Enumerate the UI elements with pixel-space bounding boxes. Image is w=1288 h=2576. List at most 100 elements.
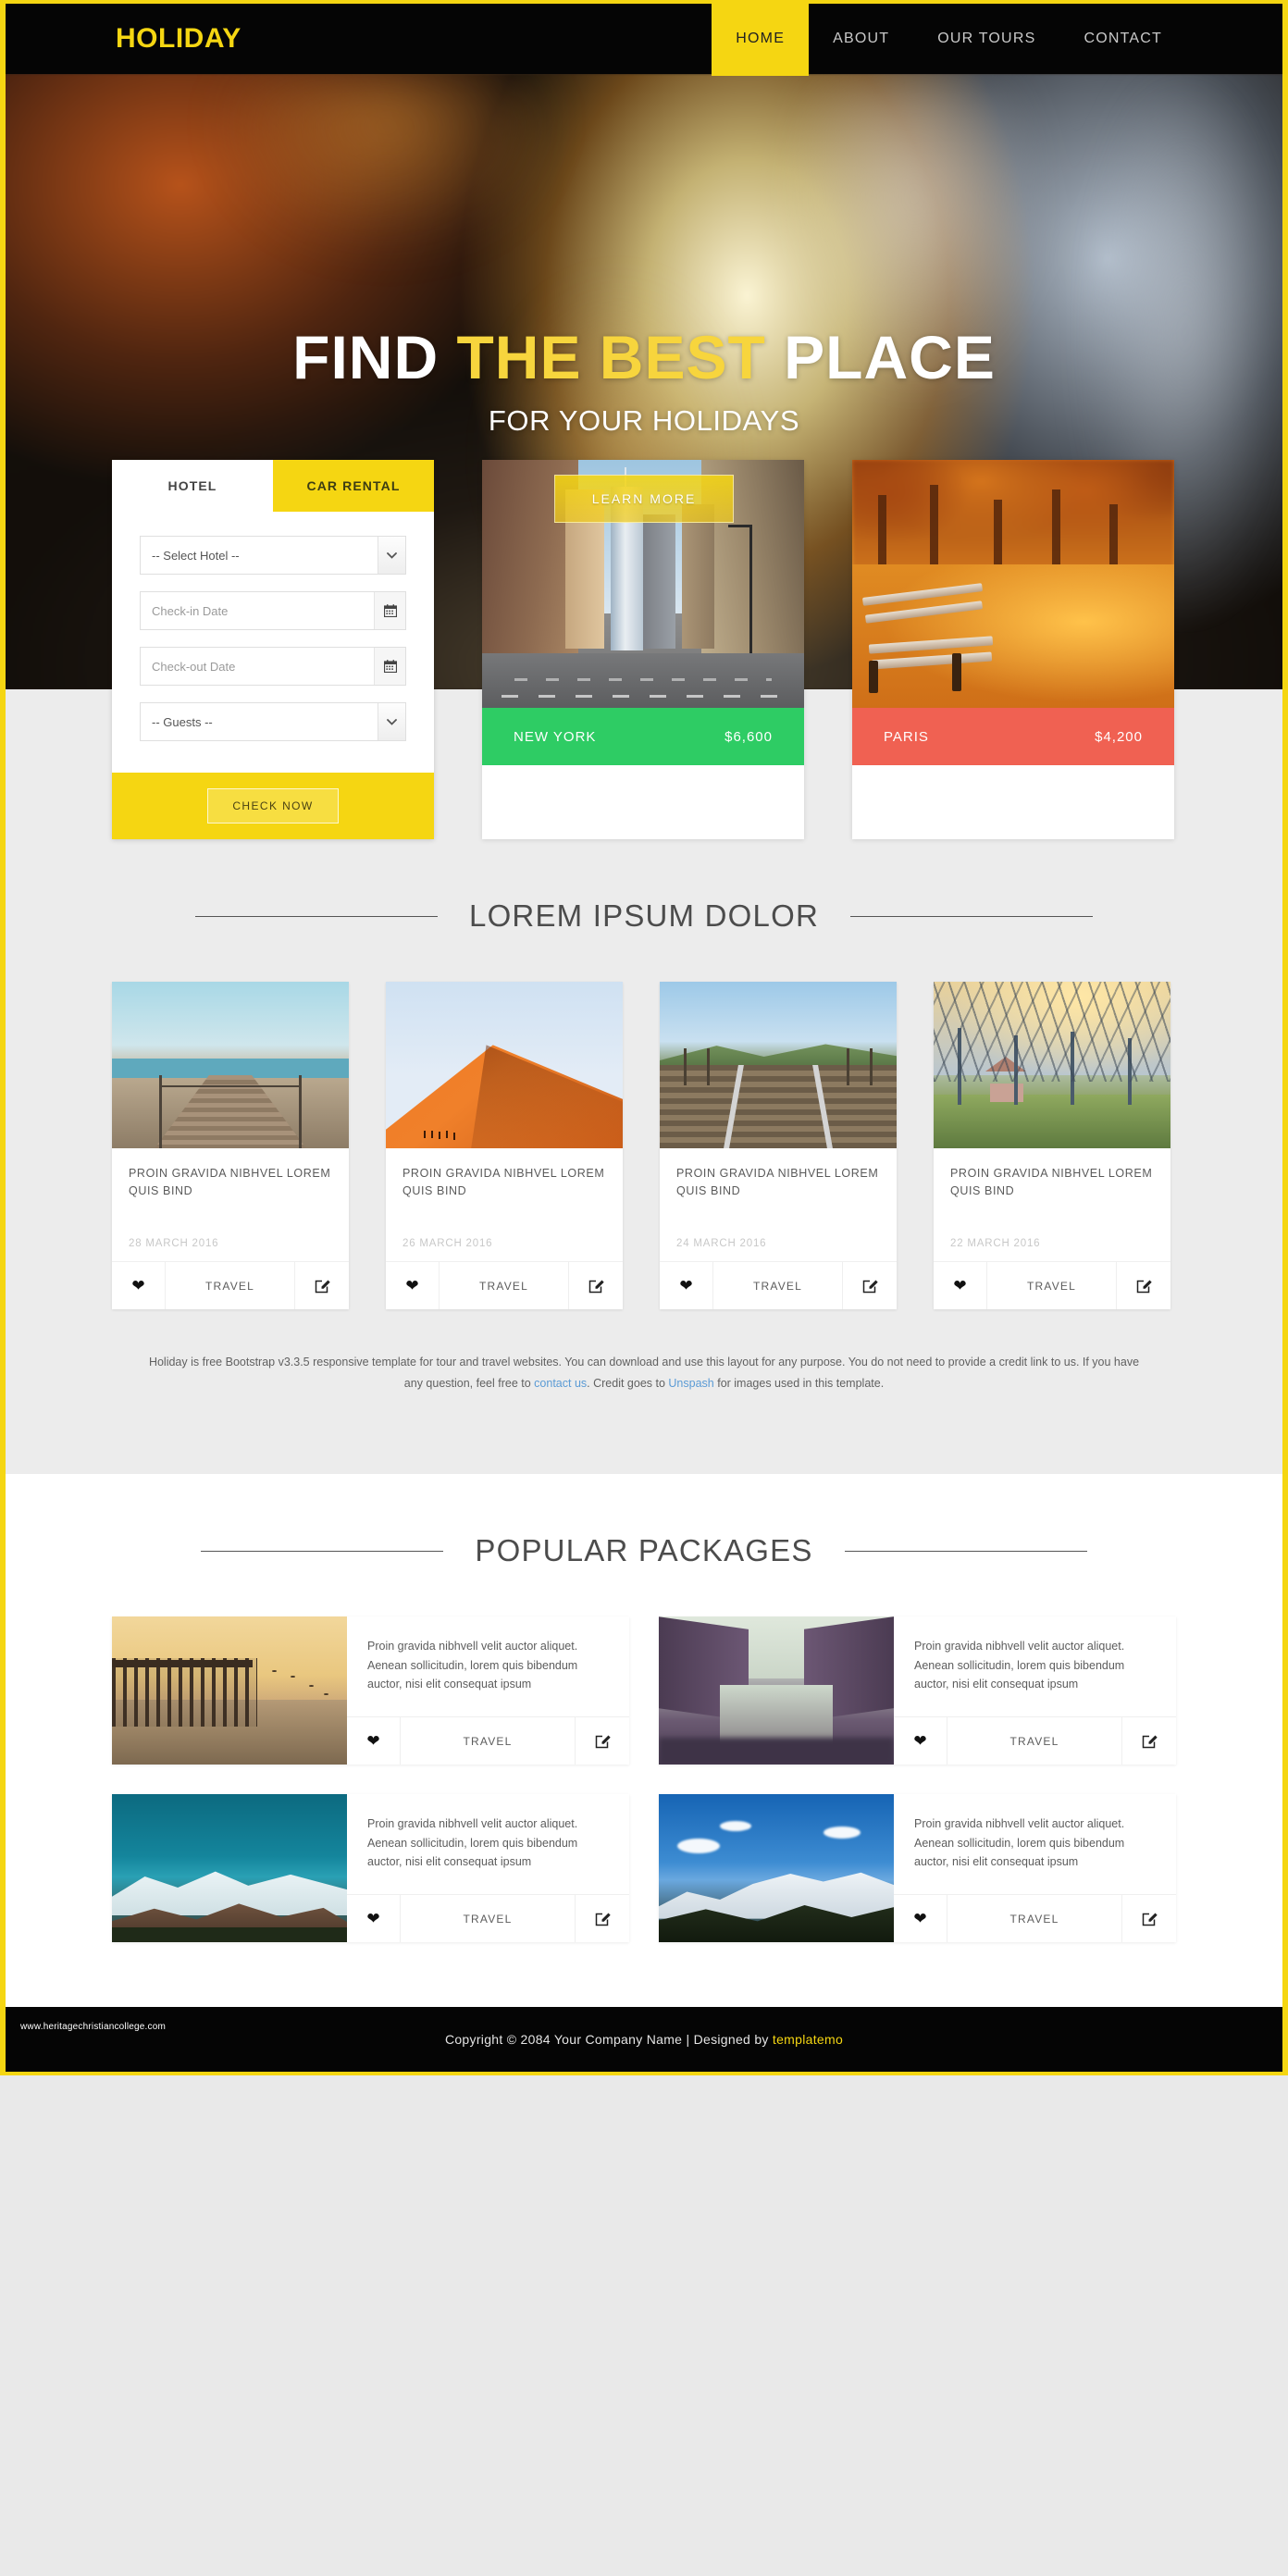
edit-square-icon[interactable] xyxy=(1122,1895,1176,1942)
navbar: HOLIDAY HOME ABOUT OUR TOURS CONTACT xyxy=(0,0,1288,76)
edit-square-icon[interactable] xyxy=(843,1262,897,1309)
park-bench xyxy=(859,583,1026,693)
packages-grid: Proin gravida nibhvell velit auctor aliq… xyxy=(112,1616,1176,1943)
calendar-icon[interactable] xyxy=(374,592,405,629)
edit-square-icon[interactable] xyxy=(1122,1717,1176,1765)
footer-copyright: Copyright © 2084 Your Company Name | Des… xyxy=(445,2032,843,2047)
package-card-footer: ❤ TRAVEL xyxy=(347,1894,629,1943)
package-card[interactable]: Proin gravida nibhvell velit auctor aliq… xyxy=(659,1616,1176,1765)
package-card-category[interactable]: TRAVEL xyxy=(401,1717,576,1765)
blog-card-date: 26 MARCH 2016 xyxy=(402,1237,493,1249)
railway-tracks-image xyxy=(660,982,897,1148)
edit-square-icon[interactable] xyxy=(576,1717,629,1765)
blog-card-footer: ❤ TRAVEL xyxy=(934,1261,1170,1309)
heart-icon[interactable]: ❤ xyxy=(347,1717,401,1765)
destination-price: $6,600 xyxy=(724,728,773,745)
description-post: for images used in this template. xyxy=(713,1377,885,1391)
paris-info-bar: PARIS $4,200 xyxy=(852,708,1174,765)
divider-right xyxy=(844,1550,1087,1552)
package-card-category[interactable]: TRAVEL xyxy=(401,1895,576,1943)
package-card-footer: ❤ TRAVEL xyxy=(894,1716,1176,1765)
chevron-down-icon xyxy=(378,703,405,740)
copyright-text: Copyright © 2084 Your Company Name | Des… xyxy=(444,2032,773,2048)
description-mid: . Credit goes to xyxy=(587,1377,669,1391)
heart-icon[interactable]: ❤ xyxy=(660,1262,713,1309)
package-card-footer: ❤ TRAVEL xyxy=(347,1716,629,1765)
nav-links: HOME ABOUT OUR TOURS CONTACT xyxy=(712,2,1288,76)
package-card-category[interactable]: TRAVEL xyxy=(947,1895,1122,1943)
package-card-body: Proin gravida nibhvell velit auctor aliq… xyxy=(894,1616,1176,1765)
brand-logo[interactable]: HOLIDAY xyxy=(116,25,242,53)
packages-section: POPULAR PACKAGES Proin gravida nibhvell … xyxy=(0,1474,1288,2008)
blue-sky-snow-mountain-image xyxy=(659,1794,894,1943)
blog-card-category[interactable]: TRAVEL xyxy=(713,1262,843,1309)
guests-select[interactable]: -- Guests -- xyxy=(140,702,406,741)
blog-card[interactable]: PROIN GRAVIDA NIBHVEL LOREM QUIS BIND 28… xyxy=(112,982,349,1309)
package-card[interactable]: Proin gravida nibhvell velit auctor aliq… xyxy=(112,1794,629,1943)
nav-item-about[interactable]: ABOUT xyxy=(809,2,913,76)
blog-section-title: LOREM IPSUM DOLOR xyxy=(469,898,819,933)
learn-more-button[interactable]: LEARN MORE xyxy=(553,475,735,524)
blog-card-date: 28 MARCH 2016 xyxy=(129,1237,219,1249)
edit-square-icon[interactable] xyxy=(295,1262,349,1309)
blog-card-body: PROIN GRAVIDA NIBHVEL LOREM QUIS BIND 22… xyxy=(934,1148,1170,1261)
templatemo-link[interactable]: templatemo xyxy=(773,2032,843,2047)
blog-card-category[interactable]: TRAVEL xyxy=(166,1262,295,1309)
blog-card-category[interactable]: TRAVEL xyxy=(987,1262,1117,1309)
package-card[interactable]: Proin gravida nibhvell velit auctor aliq… xyxy=(112,1616,629,1765)
package-card-category[interactable]: TRAVEL xyxy=(947,1717,1122,1765)
unspash-link[interactable]: Unspash xyxy=(668,1377,713,1390)
nav-item-home[interactable]: HOME xyxy=(712,2,810,76)
booking-strip-section: HOTEL CAR RENTAL -- Select Hotel -- Chec… xyxy=(0,460,1288,1475)
nav-item-our-tours[interactable]: OUR TOURS xyxy=(913,2,1059,76)
check-now-button[interactable]: CHECK NOW xyxy=(207,788,339,824)
package-card-text: Proin gravida nibhvell velit auctor aliq… xyxy=(914,1817,1125,1868)
heart-icon[interactable]: ❤ xyxy=(112,1262,166,1309)
contact-us-link[interactable]: contact us xyxy=(534,1377,587,1390)
edit-square-icon[interactable] xyxy=(576,1895,629,1942)
edit-square-icon[interactable] xyxy=(569,1262,623,1309)
checkin-field: Check-in Date xyxy=(140,591,406,630)
chevron-down-icon xyxy=(378,537,405,574)
packages-section-header: POPULAR PACKAGES xyxy=(0,1474,1288,1616)
checkout-input[interactable]: Check-out Date xyxy=(140,647,406,686)
page-root: HOLIDAY HOME ABOUT OUR TOURS CONTACT FIN… xyxy=(0,0,1288,2076)
blog-card-category[interactable]: TRAVEL xyxy=(440,1262,569,1309)
blog-card-date: 24 MARCH 2016 xyxy=(676,1237,767,1249)
blog-card-body: PROIN GRAVIDA NIBHVEL LOREM QUIS BIND 26… xyxy=(386,1148,623,1261)
footer-site-url: www.heritagechristiancollege.com xyxy=(20,2022,167,2033)
package-card-body: Proin gravida nibhvell velit auctor aliq… xyxy=(347,1794,629,1943)
hotel-select[interactable]: -- Select Hotel -- xyxy=(140,536,406,575)
blog-card-title: PROIN GRAVIDA NIBHVEL LOREM QUIS BIND xyxy=(129,1167,331,1198)
page-edge-left xyxy=(0,0,6,2076)
new-york-info-bar: NEW YORK $6,600 xyxy=(482,708,804,765)
package-card-footer: ❤ TRAVEL xyxy=(894,1894,1176,1943)
blog-card[interactable]: PROIN GRAVIDA NIBHVEL LOREM QUIS BIND 26… xyxy=(386,982,623,1309)
guests-select-field: -- Guests -- xyxy=(140,702,406,741)
package-card-body: Proin gravida nibhvell velit auctor aliq… xyxy=(894,1794,1176,1943)
checkin-input[interactable]: Check-in Date xyxy=(140,591,406,630)
wooden-boardwalk-pier-image xyxy=(112,982,349,1148)
nav-item-contact[interactable]: CONTACT xyxy=(1059,2,1186,76)
heart-icon[interactable]: ❤ xyxy=(894,1895,947,1943)
heart-icon[interactable]: ❤ xyxy=(347,1895,401,1943)
blog-card[interactable]: PROIN GRAVIDA NIBHVEL LOREM QUIS BIND 24… xyxy=(660,982,897,1309)
edit-square-icon[interactable] xyxy=(1117,1262,1170,1309)
blog-card-date: 22 MARCH 2016 xyxy=(950,1237,1041,1249)
calendar-icon[interactable] xyxy=(374,648,405,685)
hero-content: FIND THE BEST PLACE FOR YOUR HOLIDAYS LE… xyxy=(0,74,1288,524)
checkout-field: Check-out Date xyxy=(140,647,406,686)
sunset-pier-ruins-image xyxy=(112,1616,347,1765)
footer: www.heritagechristiancollege.com Copyrig… xyxy=(0,2007,1288,2076)
package-card[interactable]: Proin gravida nibhvell velit auctor aliq… xyxy=(659,1794,1176,1943)
heart-icon[interactable]: ❤ xyxy=(386,1262,440,1309)
heart-icon[interactable]: ❤ xyxy=(934,1262,987,1309)
heart-icon[interactable]: ❤ xyxy=(894,1717,947,1765)
blog-grid: PROIN GRAVIDA NIBHVEL LOREM QUIS BIND 28… xyxy=(112,982,1176,1309)
tree-avenue-sunrise-image xyxy=(934,982,1170,1148)
purple-canal-city-image xyxy=(659,1616,894,1765)
blog-card[interactable]: PROIN GRAVIDA NIBHVEL LOREM QUIS BIND 22… xyxy=(934,982,1170,1309)
hero-title-part1: FIND xyxy=(292,323,457,391)
blog-card-footer: ❤ TRAVEL xyxy=(660,1261,897,1309)
